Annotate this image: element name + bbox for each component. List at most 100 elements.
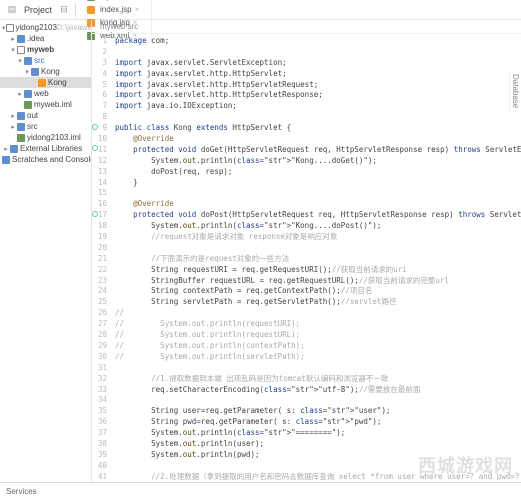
file-type-icon bbox=[87, 6, 95, 14]
tree-node[interactable]: ▾ yidong2103 D:\javaweb\WebTrainings\ bbox=[0, 22, 91, 33]
expand-arrow-icon[interactable]: ▾ bbox=[23, 68, 31, 76]
code-line[interactable]: protected void doGet(HttpServletRequest … bbox=[113, 145, 521, 156]
file-icon bbox=[24, 57, 32, 65]
code-line[interactable]: String requestURI = req.getRequestURI();… bbox=[113, 265, 521, 276]
file-icon bbox=[38, 79, 46, 87]
tree-label: myweb.iml bbox=[34, 100, 72, 109]
editor-tab-bar: ▤ Project ⊟ Kong.java×myweb.iml×index.js… bbox=[0, 0, 521, 20]
close-icon[interactable]: × bbox=[141, 0, 146, 1]
status-bar: Services bbox=[0, 482, 521, 500]
expand-arrow-icon[interactable]: ▸ bbox=[9, 35, 17, 43]
code-line[interactable]: String contextPath = req.getContextPath(… bbox=[113, 286, 521, 297]
tree-label: Kong bbox=[41, 67, 60, 76]
tree-node[interactable]: ▸ out bbox=[0, 110, 91, 121]
file-icon bbox=[17, 46, 25, 54]
services-tool-tab[interactable]: Services bbox=[6, 487, 37, 496]
code-line[interactable]: String servletPath = req.getServletPath(… bbox=[113, 297, 521, 308]
tree-label: src bbox=[27, 122, 38, 131]
code-line[interactable]: System.out.println(class="str">"========… bbox=[113, 428, 521, 439]
code-line[interactable]: String user=req.getParameter( s: class="… bbox=[113, 406, 521, 417]
tree-label: out bbox=[27, 111, 38, 120]
code-line[interactable] bbox=[113, 47, 521, 58]
code-line[interactable]: public class Kong extends HttpServlet { bbox=[113, 123, 521, 134]
tree-hint: D:\javaweb\WebTrainings\ bbox=[57, 23, 92, 32]
tree-label: yidong2103 bbox=[16, 23, 57, 32]
expand-arrow-icon[interactable]: ▾ bbox=[2, 24, 6, 32]
code-line[interactable] bbox=[113, 243, 521, 254]
tree-label: .idea bbox=[27, 34, 44, 43]
tree-node[interactable]: ▾ myweb bbox=[0, 44, 91, 55]
file-icon bbox=[17, 134, 25, 142]
file-icon bbox=[17, 112, 25, 120]
code-line[interactable]: // System.out.println(requestURL); bbox=[113, 330, 521, 341]
expand-arrow-icon[interactable]: ▸ bbox=[2, 145, 10, 153]
code-line[interactable]: import javax.servlet.http.HttpServletRes… bbox=[113, 90, 521, 101]
code-line[interactable]: import java.io.IOException; bbox=[113, 101, 521, 112]
file-icon bbox=[17, 35, 25, 43]
code-line[interactable] bbox=[113, 363, 521, 374]
tree-node[interactable]: Kong bbox=[0, 77, 91, 88]
tree-node[interactable]: yidong2103.iml bbox=[0, 132, 91, 143]
code-line[interactable]: StringBuffer requestURL = req.getRequest… bbox=[113, 276, 521, 287]
close-icon[interactable]: × bbox=[135, 5, 140, 14]
database-tool-tab[interactable]: Database bbox=[509, 70, 521, 112]
code-line[interactable]: //1.提取数据到本端 出现乱码是因为tomcat默认编码和浏览器不一致 bbox=[113, 374, 521, 385]
code-line[interactable]: // bbox=[113, 308, 521, 319]
file-icon bbox=[31, 68, 39, 76]
expand-arrow-icon[interactable]: ▾ bbox=[9, 46, 17, 54]
code-line[interactable]: import javax.servlet.http.HttpServletReq… bbox=[113, 80, 521, 91]
code-line[interactable] bbox=[113, 188, 521, 199]
tab-label: index.jsp bbox=[100, 5, 132, 14]
code-line[interactable]: @Override bbox=[113, 134, 521, 145]
code-editor[interactable]: package com; import javax.servlet.Servlet… bbox=[113, 34, 521, 482]
project-icon[interactable]: ▤ bbox=[6, 4, 18, 16]
tree-label: yidong2103.iml bbox=[27, 133, 81, 142]
tree-node[interactable]: ▸web bbox=[0, 88, 91, 99]
tree-node[interactable]: myweb.iml bbox=[0, 99, 91, 110]
expand-arrow-icon[interactable]: ▸ bbox=[9, 112, 17, 120]
file-icon bbox=[6, 24, 14, 32]
tree-node[interactable]: ▾ Kong bbox=[0, 66, 91, 77]
collapse-icon[interactable]: ⊟ bbox=[58, 4, 70, 16]
tree-node[interactable]: ▸ .idea bbox=[0, 33, 91, 44]
tree-label: External Libraries bbox=[20, 144, 82, 153]
tree-node[interactable]: Scratches and Consoles bbox=[0, 154, 91, 165]
expand-arrow-icon[interactable]: ▸ bbox=[16, 90, 24, 98]
expand-arrow-icon[interactable]: ▾ bbox=[16, 57, 24, 65]
code-line[interactable]: protected void doPost(HttpServletRequest… bbox=[113, 210, 521, 221]
code-line[interactable]: System.out.println(user); bbox=[113, 439, 521, 450]
code-line[interactable]: // System.out.println(requestURI); bbox=[113, 319, 521, 330]
editor-tab[interactable]: index.jsp× bbox=[81, 3, 152, 16]
breadcrumb[interactable]: myweb src bbox=[92, 20, 521, 34]
file-icon bbox=[17, 123, 25, 131]
expand-arrow-icon[interactable]: ▸ bbox=[9, 123, 17, 131]
code-line[interactable]: //下面演示的是request对象的一些方法 bbox=[113, 254, 521, 265]
code-line[interactable]: String pwd=req.getParameter( s: class="s… bbox=[113, 417, 521, 428]
code-line[interactable] bbox=[113, 112, 521, 123]
code-line[interactable]: //request对象是请求对象 response对象是响应对象 bbox=[113, 232, 521, 243]
code-line[interactable]: package com; bbox=[113, 36, 521, 47]
code-line[interactable]: import javax.servlet.http.HttpServlet; bbox=[113, 69, 521, 80]
tree-label: src bbox=[34, 56, 45, 65]
code-line[interactable]: System.out.println(class="str">"Kong....… bbox=[113, 221, 521, 232]
file-type-icon bbox=[87, 0, 95, 1]
editor-pane: myweb src 123456789101112131415161718192… bbox=[92, 20, 521, 482]
code-line[interactable]: // System.out.println(contextPath); bbox=[113, 341, 521, 352]
tree-node[interactable]: ▸ src bbox=[0, 121, 91, 132]
tree-node[interactable]: ▸ External Libraries bbox=[0, 143, 91, 154]
tree-node[interactable]: ▾ src bbox=[0, 55, 91, 66]
tree-label: Kong bbox=[48, 78, 67, 87]
code-line[interactable]: doPost(req, resp); bbox=[113, 167, 521, 178]
project-tree[interactable]: ▾ yidong2103 D:\javaweb\WebTrainings\ ▸ .id… bbox=[0, 20, 92, 482]
tree-label: myweb bbox=[27, 45, 54, 54]
tab-label: myweb.iml bbox=[100, 0, 138, 1]
project-label[interactable]: Project bbox=[24, 5, 52, 15]
code-line[interactable]: req.setCharacterEncoding(class="str">"ut… bbox=[113, 385, 521, 396]
watermark: 西城游戏网 bbox=[418, 452, 513, 478]
code-line[interactable]: System.out.println(class="str">"Kong....… bbox=[113, 156, 521, 167]
code-line[interactable]: import javax.servlet.ServletException; bbox=[113, 58, 521, 69]
code-line[interactable]: @Override bbox=[113, 199, 521, 210]
code-line[interactable] bbox=[113, 395, 521, 406]
code-line[interactable]: } bbox=[113, 178, 521, 189]
code-line[interactable]: // System.out.println(servletPath); bbox=[113, 352, 521, 363]
